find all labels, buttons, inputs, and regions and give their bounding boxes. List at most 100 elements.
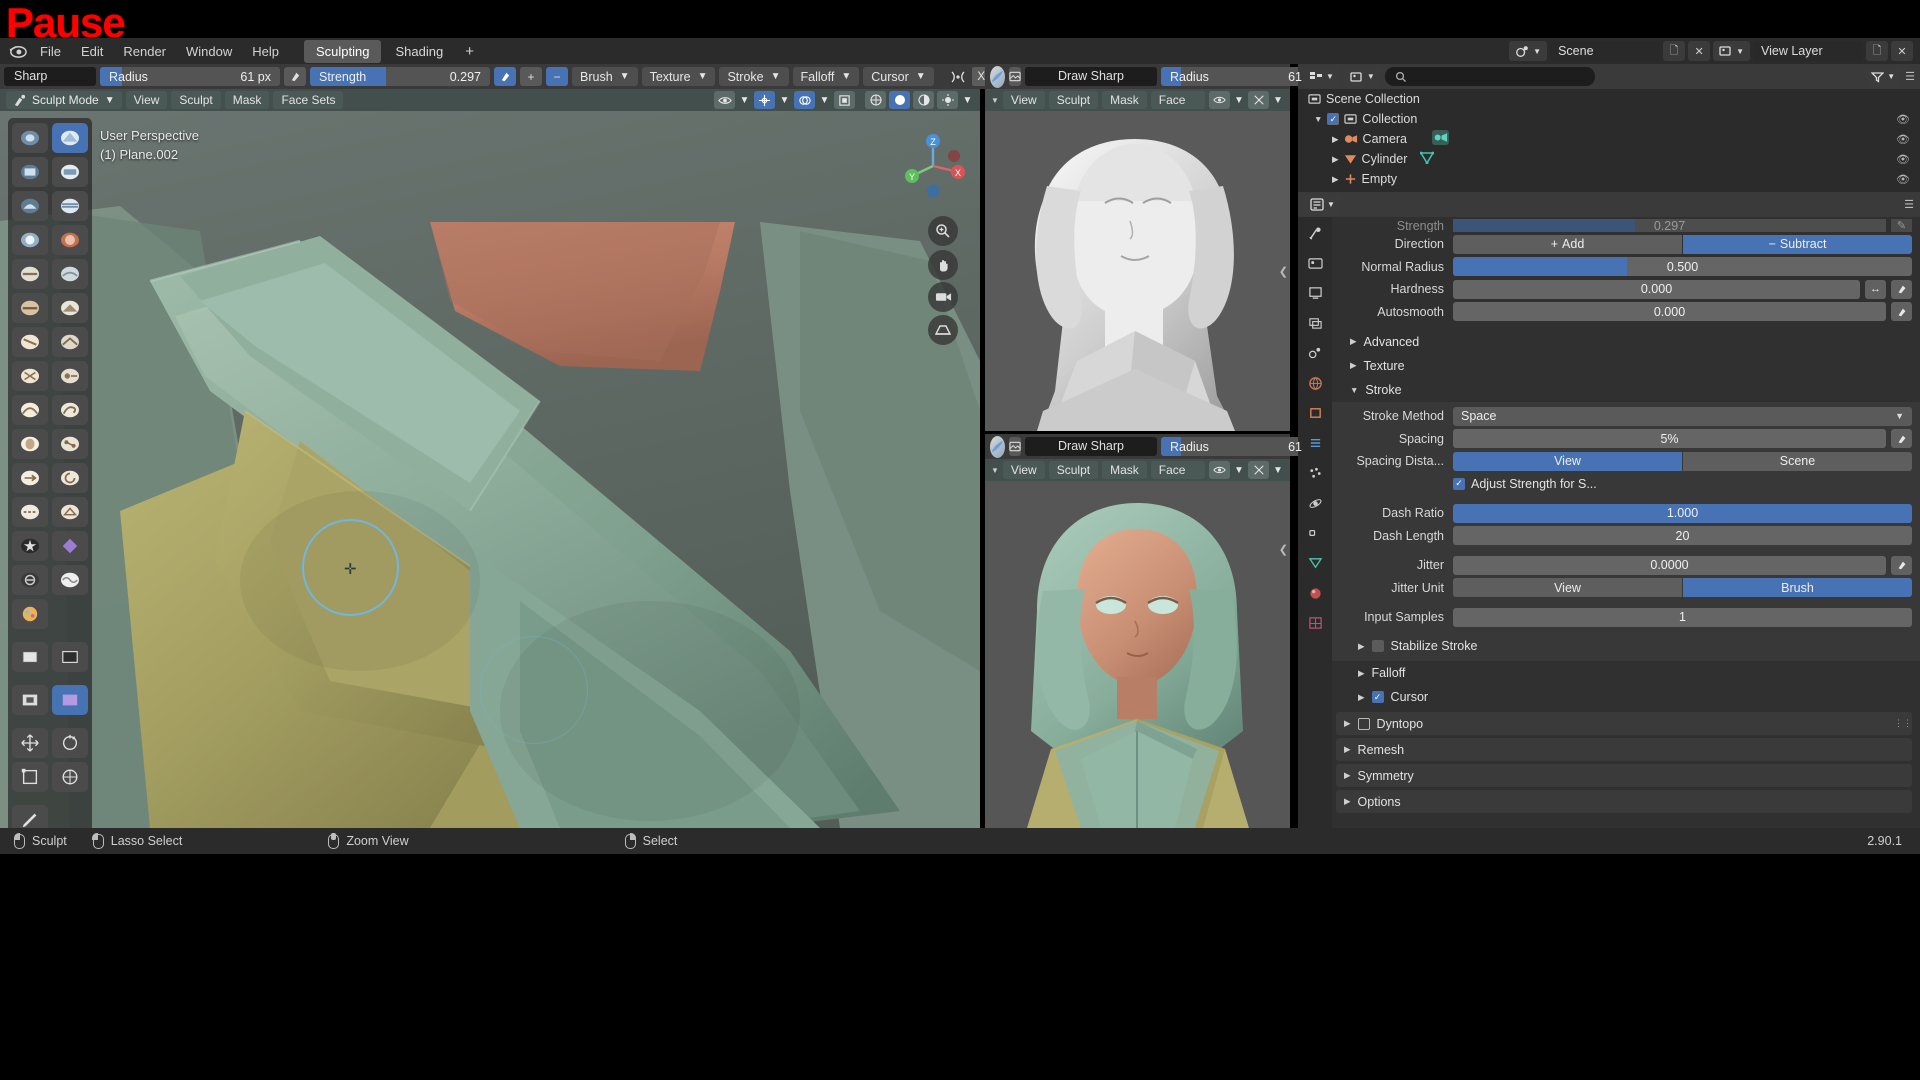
preview-bottom-sidebar-toggle[interactable]: ❮ — [1279, 543, 1288, 556]
scene-tab-icon[interactable] — [1304, 343, 1326, 363]
particles-tab-icon[interactable] — [1304, 463, 1326, 483]
tool-draw-brush-icon[interactable] — [12, 123, 48, 153]
shading-wireframe-icon[interactable] — [865, 91, 886, 109]
tool-pose-brush-icon[interactable] — [52, 429, 88, 459]
navigation-gizmo[interactable]: Z Y X — [896, 129, 970, 203]
3d-viewport[interactable]: User Perspective (1) Plane.002 ✛ Z Y X — [0, 111, 980, 828]
preview-top-radius-slider[interactable]: Radius 61 — [1161, 67, 1311, 86]
preview-bottom-menu-face-sets[interactable]: Face Sets — [1150, 461, 1205, 495]
both-ways-icon[interactable]: ↔ — [1865, 279, 1886, 299]
direction-subtract-button[interactable]: − Subtract — [1683, 234, 1912, 254]
disclosure-triangle-icon[interactable]: ▶ — [1332, 154, 1339, 165]
spacing-field[interactable]: 5% — [1453, 429, 1886, 448]
shading-solid-icon[interactable] — [889, 91, 910, 109]
spacing-distance-scene-button[interactable]: Scene — [1683, 451, 1912, 471]
outliner-filter-browse-icon[interactable]: ▼ — [1343, 66, 1381, 87]
adjust-strength-checkbox[interactable]: ✓ — [1453, 477, 1465, 490]
physics-tab-icon[interactable] — [1304, 493, 1326, 513]
chevron-down-icon[interactable]: ▼ — [1272, 461, 1284, 479]
scene-name-field[interactable]: Scene — [1550, 41, 1661, 61]
material-tab-icon[interactable] — [1304, 583, 1326, 603]
preview-bottom-viewport[interactable]: ❮ — [985, 481, 1290, 828]
tool-cloth-brush-icon[interactable] — [52, 565, 88, 595]
outliner-search-input[interactable] — [1384, 67, 1595, 86]
mesh-data-icon[interactable] — [1420, 151, 1435, 167]
tool-scrape-brush-icon[interactable] — [12, 327, 48, 357]
viewport-menu-face-sets[interactable]: Face Sets — [273, 91, 344, 109]
constraints-tab-icon[interactable] — [1304, 523, 1326, 543]
outliner-row-empty[interactable]: ▶ Empty 👁 — [1298, 169, 1920, 189]
section-falloff[interactable]: ▶ Falloff — [1336, 661, 1912, 685]
preview-bottom-radius-slider[interactable]: Radius 61 — [1161, 437, 1311, 456]
cursor-checkbox[interactable]: ✓ — [1371, 691, 1384, 703]
strength-pressure-icon[interactable] — [494, 67, 516, 86]
brush-subtract-button[interactable]: − — [546, 67, 568, 86]
object-tab-icon[interactable] — [1304, 403, 1326, 423]
xray-icon[interactable] — [1248, 91, 1269, 109]
tool-box-hide-icon[interactable] — [12, 685, 48, 715]
shading-material-icon[interactable] — [913, 91, 934, 109]
chevron-down-icon[interactable]: ▼ — [1233, 461, 1245, 479]
chevron-down-icon[interactable]: ▼ — [1233, 91, 1245, 109]
preview-bottom-brush-name[interactable]: Draw Sharp — [1025, 437, 1157, 456]
tool-nudge-brush-icon[interactable] — [12, 463, 48, 493]
view-layer-name-field[interactable]: View Layer — [1753, 41, 1863, 61]
pressure-icon[interactable]: ✎ — [1891, 219, 1912, 232]
spacing-distance-view-button[interactable]: View — [1453, 451, 1682, 471]
jitter-field[interactable]: 0.0000 — [1453, 555, 1886, 575]
tool-box-face-set-icon[interactable] — [52, 685, 88, 715]
strength-row-clipped[interactable]: Strength 0.297 ✎ — [1336, 219, 1912, 232]
chevron-down-icon[interactable]: ▼ — [778, 91, 791, 109]
section-options[interactable]: ▶ Options — [1336, 790, 1912, 813]
new-scene-icon[interactable]: 🗋 — [1663, 41, 1686, 61]
tool-transform-icon[interactable] — [52, 762, 88, 792]
tool-elastic-deform-brush-icon[interactable] — [12, 395, 48, 425]
scene-browse-button[interactable]: ▼ — [1509, 41, 1548, 61]
outliner-row-cylinder[interactable]: ▶ Cylinder 👁 — [1298, 149, 1920, 169]
tool-multires-displacement-eraser-icon[interactable] — [12, 565, 48, 595]
tool-snake-hook-brush-icon[interactable] — [52, 395, 88, 425]
dash-length-field[interactable]: 20 — [1453, 526, 1912, 545]
section-symmetry[interactable]: ▶ Symmetry — [1336, 764, 1912, 787]
stroke-dropdown[interactable]: Stroke ▼ — [719, 67, 789, 86]
menu-help[interactable]: Help — [242, 41, 289, 62]
gizmo-icon[interactable] — [754, 91, 775, 109]
section-remesh[interactable]: ▶ Remesh — [1336, 738, 1912, 761]
xray-icon[interactable] — [834, 91, 855, 109]
add-workspace-button[interactable]: + — [456, 40, 483, 63]
pressure-icon[interactable] — [1891, 279, 1912, 299]
outliner-row-scene-collection[interactable]: Scene Collection — [1298, 89, 1920, 109]
tool-move-icon[interactable] — [12, 728, 48, 758]
tool-inflate-brush-icon[interactable] — [12, 225, 48, 255]
disclosure-triangle-icon[interactable]: ▶ — [1332, 134, 1339, 145]
brush-add-button[interactable]: + — [520, 67, 542, 86]
dyntopo-checkbox[interactable]: ✓ — [1357, 717, 1370, 730]
sculpt-mode-dropdown[interactable]: Sculpt Mode ▼ — [6, 91, 122, 109]
tool-smooth-brush-icon[interactable] — [52, 259, 88, 289]
texture-tab-icon[interactable] — [1304, 613, 1326, 633]
jitter-unit-brush-button[interactable]: Brush — [1683, 578, 1912, 597]
preview-top-sidebar-toggle[interactable]: ❮ — [1279, 265, 1288, 278]
tool-lasso-mask-icon[interactable] — [52, 642, 88, 672]
normal-radius-slider[interactable]: 0.500 — [1453, 257, 1912, 276]
tool-slide-relax-brush-icon[interactable] — [12, 497, 48, 527]
texture-icon[interactable] — [1009, 67, 1021, 86]
brush-preview-icon[interactable] — [990, 435, 1005, 458]
outliner-filter-icon[interactable]: ▼ — [1865, 66, 1902, 87]
viewport-menu-sculpt[interactable]: Sculpt — [171, 91, 221, 109]
tool-crease-brush-icon[interactable] — [12, 259, 48, 289]
render-tab-icon[interactable] — [1304, 253, 1326, 273]
disclosure-triangle-icon[interactable]: ▼ — [1314, 114, 1322, 124]
tool-clay-thumb-brush-icon[interactable] — [12, 191, 48, 221]
properties-editor-icon[interactable]: ▼ — [1304, 194, 1341, 215]
tool-pinch-brush-icon[interactable] — [12, 361, 48, 391]
zoom-icon[interactable] — [928, 216, 958, 246]
view-layer-tab-icon[interactable] — [1304, 313, 1326, 333]
strength-slider[interactable]: Strength 0.297 — [310, 67, 490, 86]
visibility-eye-icon[interactable]: 👁 — [1896, 113, 1910, 126]
xray-icon[interactable] — [1248, 461, 1269, 479]
outliner-row-camera[interactable]: ▶ Camera 👁 — [1298, 129, 1920, 149]
radius-pressure-icon[interactable] — [284, 67, 306, 86]
radius-slider[interactable]: Radius 61 px — [100, 67, 280, 86]
ortho-persp-icon[interactable] — [928, 315, 958, 345]
